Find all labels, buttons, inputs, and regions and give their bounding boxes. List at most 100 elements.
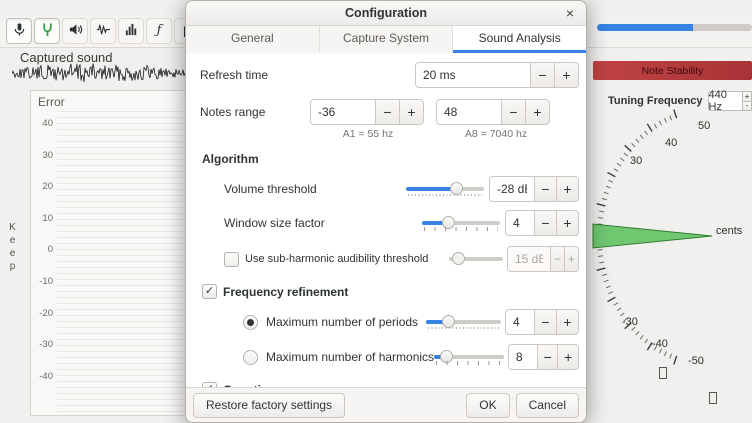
dialog-action-bar: Restore factory settings OK Cancel bbox=[186, 387, 586, 422]
slider-marks bbox=[424, 227, 498, 231]
tab-general[interactable]: General bbox=[186, 26, 320, 53]
periods-slider[interactable] bbox=[426, 313, 501, 331]
frequency-function-button[interactable]: ƒ bbox=[146, 18, 172, 44]
ok-button[interactable]: OK bbox=[466, 393, 509, 418]
harmonics-slider[interactable] bbox=[434, 348, 504, 366]
app-window: ƒ μ Captured sound Error 403020100-10-20… bbox=[0, 0, 752, 423]
harmonics-decrease-button[interactable]: − bbox=[537, 344, 559, 370]
refresh-time-label: Refresh time bbox=[200, 68, 415, 82]
refresh-time-decrease-button[interactable]: − bbox=[530, 62, 555, 88]
window-size-slider[interactable] bbox=[422, 214, 500, 232]
error-axis-label: -10 bbox=[33, 276, 53, 287]
close-icon[interactable]: × bbox=[560, 3, 580, 23]
notes-range-max-input[interactable] bbox=[436, 99, 502, 125]
gauge-scale-label: -40 bbox=[652, 338, 668, 350]
window-size-increase-button[interactable]: + bbox=[556, 210, 579, 236]
subharmonic-checkbox[interactable] bbox=[224, 252, 239, 267]
note-stability-label: Note Stability bbox=[642, 65, 704, 77]
refresh-time-input[interactable] bbox=[415, 62, 531, 88]
tab-sound-analysis[interactable]: Sound Analysis bbox=[453, 26, 586, 53]
window-size-decrease-button[interactable]: − bbox=[534, 210, 557, 236]
restore-factory-settings-button[interactable]: Restore factory settings bbox=[193, 393, 345, 418]
waveform-icon bbox=[96, 22, 111, 40]
notes-range-max-hint: A8 = 7040 hz bbox=[438, 128, 554, 140]
microphone-button[interactable] bbox=[6, 18, 32, 44]
gauge-scale-label: -30 bbox=[622, 316, 638, 328]
harmonics-label: Maximum number of harmonics bbox=[266, 350, 434, 364]
cancel-button[interactable]: Cancel bbox=[516, 393, 579, 418]
harmonics-radio[interactable] bbox=[243, 350, 258, 365]
periods-input[interactable] bbox=[505, 309, 535, 335]
error-axis-label: 20 bbox=[33, 181, 53, 192]
algorithm-section: Algorithm bbox=[202, 152, 586, 166]
volume-threshold-label: Volume threshold bbox=[224, 182, 406, 196]
subharmonic-increase-button[interactable]: + bbox=[564, 246, 579, 272]
volume-threshold-row: Volume threshold − + bbox=[224, 176, 579, 202]
function-icon: ƒ bbox=[157, 23, 162, 38]
error-gauge-panel: Error 403020100-10-20-30-40 bbox=[30, 90, 187, 416]
refresh-time-row: Refresh time − + bbox=[200, 62, 579, 88]
speaker-button[interactable] bbox=[62, 18, 88, 44]
volume-threshold-slider[interactable] bbox=[406, 180, 484, 198]
subharmonic-label: Use sub-harmonic audibility threshold bbox=[245, 253, 449, 265]
missing-glyph-box bbox=[659, 367, 667, 379]
microphone-icon bbox=[12, 22, 27, 40]
tuner-button[interactable] bbox=[34, 18, 60, 44]
harmonics-row: Maximum number of harmonics − + bbox=[243, 344, 579, 370]
subharmonic-slider[interactable] bbox=[449, 250, 503, 268]
error-axis-label: 0 bbox=[33, 244, 53, 255]
window-size-input[interactable] bbox=[505, 210, 535, 236]
gauge-scale-label: 50 bbox=[698, 120, 710, 132]
notes-range-label: Notes range bbox=[200, 105, 310, 119]
periods-row: Maximum number of periods − + bbox=[243, 309, 579, 335]
cents-gauge: 504030-30-40-50 cents bbox=[586, 106, 752, 423]
dialog-tabs: General Capture System Sound Analysis bbox=[186, 26, 586, 54]
error-axis-label: 30 bbox=[33, 150, 53, 161]
slider-marks bbox=[408, 194, 482, 196]
configuration-dialog: Configuration × General Capture System S… bbox=[185, 0, 587, 423]
subharmonic-row: Use sub-harmonic audibility threshold − … bbox=[224, 246, 579, 272]
gain-slider[interactable] bbox=[597, 24, 752, 31]
subharmonic-decrease-button[interactable]: − bbox=[550, 246, 565, 272]
dialog-titlebar[interactable]: Configuration × bbox=[186, 1, 586, 26]
gauge-scale-label: 30 bbox=[630, 155, 642, 167]
spectrum-bars-icon bbox=[124, 22, 139, 40]
periods-decrease-button[interactable]: − bbox=[534, 309, 557, 335]
error-axis-label: -30 bbox=[33, 339, 53, 350]
window-size-label: Window size factor bbox=[224, 216, 422, 230]
slider-handle[interactable] bbox=[452, 252, 465, 265]
subharmonic-input[interactable] bbox=[507, 246, 551, 272]
note-stability-bar: Note Stability bbox=[593, 61, 752, 80]
notes-range-max-decrease-button[interactable]: − bbox=[501, 99, 526, 125]
waveform-view-button[interactable] bbox=[90, 18, 116, 44]
error-panel-title: Error bbox=[38, 95, 65, 109]
spectrum-view-button[interactable] bbox=[118, 18, 144, 44]
volume-threshold-increase-button[interactable]: + bbox=[556, 176, 579, 202]
refresh-time-increase-button[interactable]: + bbox=[554, 62, 579, 88]
notes-range-min-increase-button[interactable]: + bbox=[399, 99, 424, 125]
gauge-needle bbox=[593, 224, 712, 248]
tab-capture-system[interactable]: Capture System bbox=[320, 26, 454, 53]
error-axis-label: 10 bbox=[33, 213, 53, 224]
keep-label: Keep bbox=[7, 222, 18, 274]
frequency-refinement-label: Frequency refinement bbox=[223, 285, 348, 299]
notes-range-min-decrease-button[interactable]: − bbox=[375, 99, 400, 125]
periods-increase-button[interactable]: + bbox=[556, 309, 579, 335]
error-axis-label: 40 bbox=[33, 118, 53, 129]
notes-range-max-increase-button[interactable]: + bbox=[525, 99, 550, 125]
volume-threshold-input[interactable] bbox=[489, 176, 535, 202]
gauge-unit-label: cents bbox=[716, 225, 743, 237]
frequency-refinement-checkbox[interactable] bbox=[202, 284, 217, 299]
missing-glyph-box bbox=[709, 392, 717, 404]
slider-marks bbox=[436, 361, 502, 365]
slider-marks bbox=[428, 327, 499, 329]
volume-threshold-decrease-button[interactable]: − bbox=[534, 176, 557, 202]
harmonics-increase-button[interactable]: + bbox=[557, 344, 579, 370]
harmonics-input[interactable] bbox=[508, 344, 538, 370]
frequency-refinement-row: Frequency refinement bbox=[202, 284, 586, 299]
captured-sound-waveform bbox=[12, 57, 188, 89]
gauge-scale-label: 40 bbox=[665, 137, 677, 149]
notes-range-min-input[interactable] bbox=[310, 99, 376, 125]
notes-range-row: Notes range − + − + bbox=[200, 99, 579, 125]
periods-radio[interactable] bbox=[243, 315, 258, 330]
